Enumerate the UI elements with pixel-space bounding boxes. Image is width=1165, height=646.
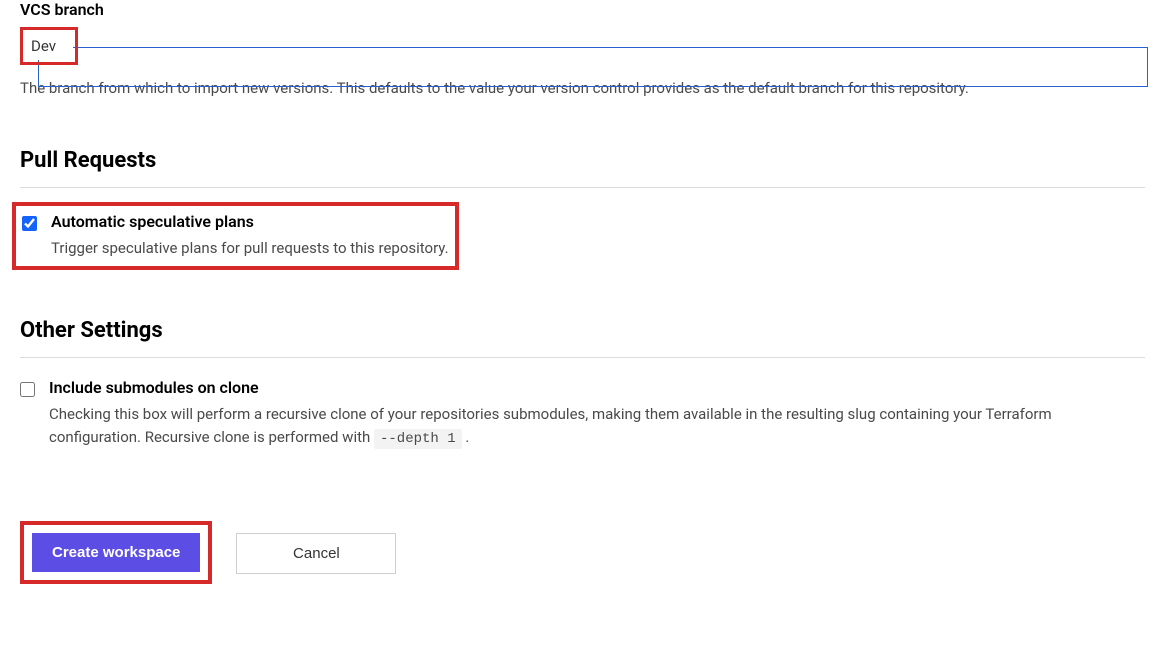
other-settings-divider [20, 357, 1145, 358]
include-submodules-description: Checking this box will perform a recursi… [49, 403, 1145, 451]
create-workspace-button[interactable]: Create workspace [32, 533, 200, 572]
pull-requests-heading: Pull Requests [20, 148, 1145, 173]
include-submodules-label: Include submodules on clone [49, 378, 1145, 397]
submodules-desc-suffix: . [465, 428, 469, 446]
vcs-branch-label: VCS branch [20, 0, 1145, 19]
submodules-desc-prefix: Checking this box will perform a recursi… [49, 405, 1052, 446]
speculative-plans-description: Trigger speculative plans for pull reque… [51, 237, 449, 260]
other-settings-heading: Other Settings [20, 318, 1145, 343]
highlight-create-button: Create workspace [20, 521, 212, 584]
highlight-vcs-input [20, 27, 78, 65]
cancel-button[interactable]: Cancel [236, 533, 396, 574]
pull-requests-divider [20, 187, 1145, 188]
include-submodules-checkbox[interactable] [20, 382, 35, 397]
speculative-plans-checkbox[interactable] [22, 216, 37, 231]
speculative-plans-label: Automatic speculative plans [51, 212, 449, 231]
vcs-branch-helper: The branch from which to import new vers… [20, 77, 1145, 100]
submodules-depth-code: --depth 1 [374, 429, 462, 449]
vcs-branch-input[interactable] [25, 32, 73, 60]
highlight-speculative-plans: Automatic speculative plans Trigger spec… [12, 202, 459, 270]
